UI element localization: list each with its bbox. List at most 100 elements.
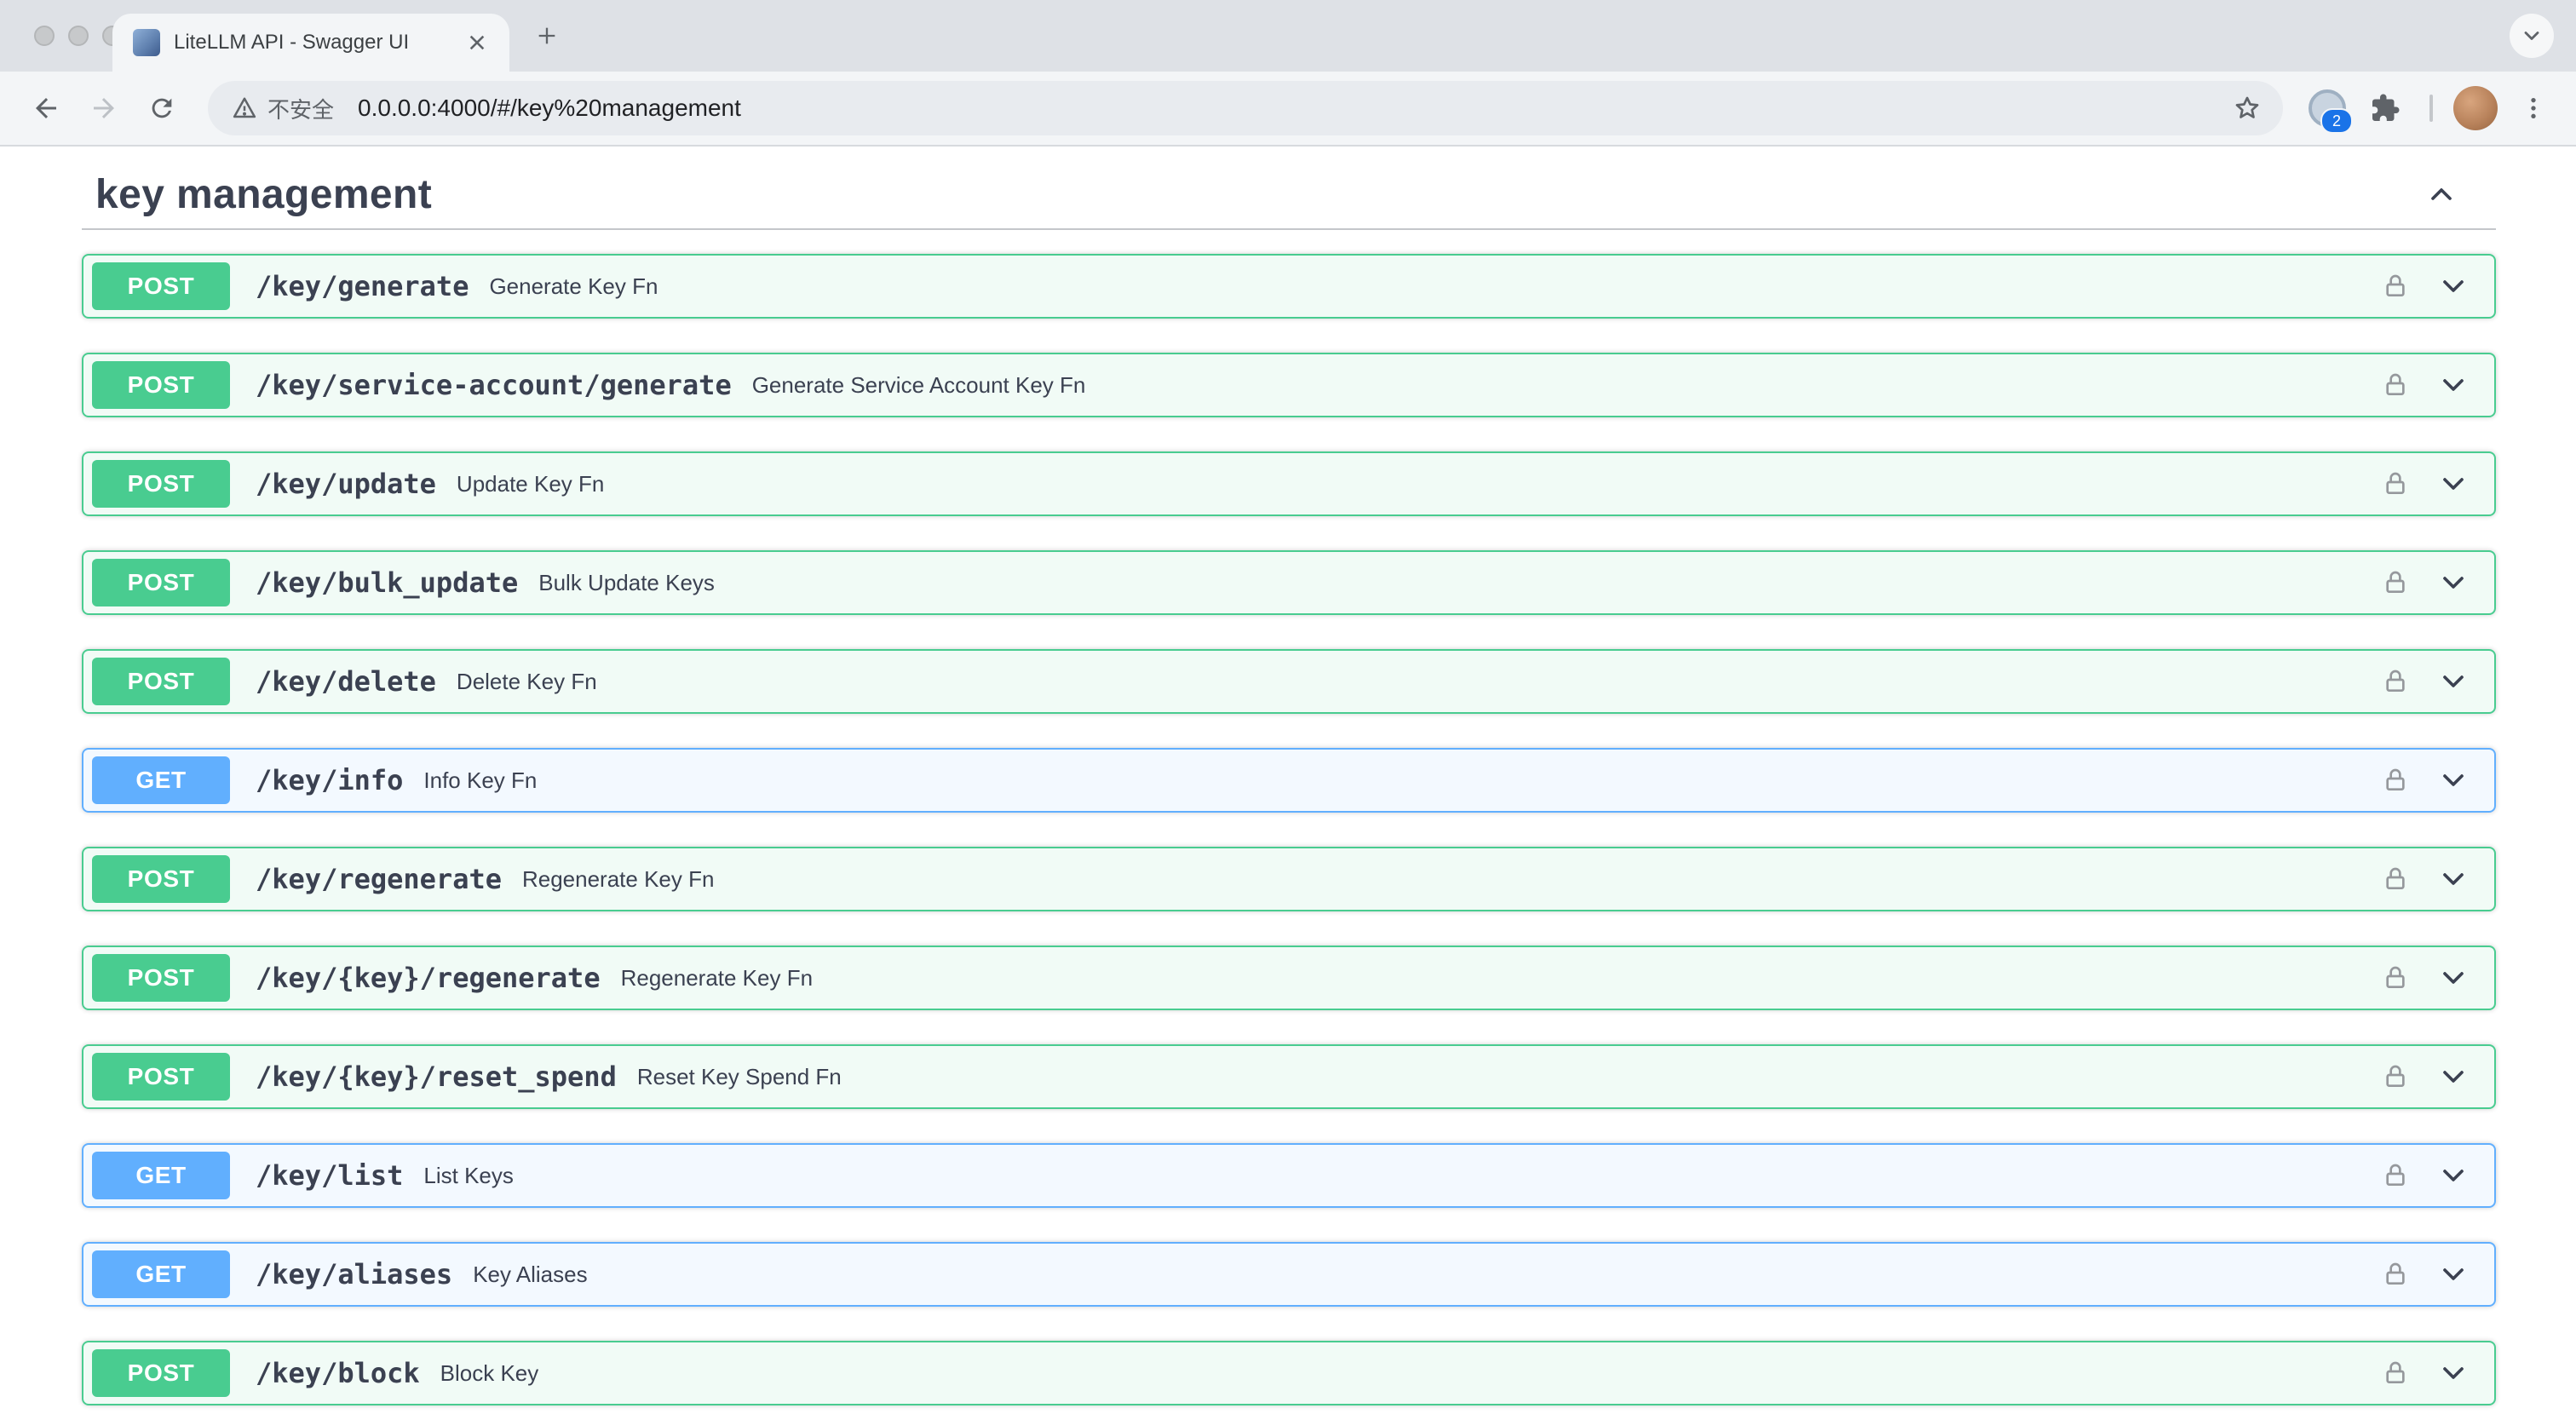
toolbar-divider [2429,95,2433,122]
traffic-light-close[interactable] [34,26,55,46]
endpoint-path: /key/aliases [256,1258,453,1290]
endpoint-summary: Key Aliases [473,1261,588,1287]
endpoint-path: /key/{key}/reset_spend [256,1060,617,1093]
endpoint-row[interactable]: GET /key/list List Keys [82,1143,2496,1208]
endpoint-row[interactable]: POST /key/service-account/generate Gener… [82,353,2496,417]
tab-close-icon[interactable] [462,27,492,58]
endpoint-row[interactable]: POST /key/update Update Key Fn [82,451,2496,516]
toolbar-right-icons: 2 [2303,83,2559,134]
endpoint-path: /key/info [256,764,404,796]
back-icon[interactable] [17,79,75,137]
lock-icon[interactable] [2382,963,2409,992]
chevron-down-icon[interactable] [2436,1257,2470,1291]
endpoint-row[interactable]: POST /key/regenerate Regenerate Key Fn [82,847,2496,911]
lock-icon[interactable] [2382,568,2409,597]
endpoint-summary: Generate Key Fn [489,273,658,299]
lock-icon[interactable] [2382,865,2409,894]
extension-icon[interactable]: 2 [2303,84,2353,134]
bookmark-star-icon[interactable] [2232,93,2263,124]
endpoint-summary: Generate Service Account Key Fn [751,371,1086,398]
lock-icon[interactable] [2382,667,2409,696]
chevron-down-icon[interactable] [2436,467,2470,501]
lock-icon[interactable] [2382,1260,2409,1289]
lock-icon[interactable] [2382,1161,2409,1190]
lock-icon[interactable] [2382,1062,2409,1091]
lock-icon[interactable] [2382,469,2409,498]
tab-title: LiteLLM API - Swagger UI [174,31,410,54]
new-tab-button[interactable] [523,12,571,60]
method-badge: POST [92,954,230,1002]
window-controls [34,26,123,46]
swagger-page: key management POST /key/generate Genera… [0,147,2576,1414]
endpoint-row[interactable]: POST /key/delete Delete Key Fn [82,649,2496,714]
profile-avatar[interactable] [2453,86,2498,130]
method-badge: POST [92,559,230,606]
endpoint-row[interactable]: POST /key/generate Generate Key Fn [82,254,2496,319]
endpoint-summary: Bulk Update Keys [538,569,715,595]
method-badge: POST [92,855,230,903]
security-warning-icon[interactable] [232,95,257,121]
extension-badge: 2 [2320,108,2353,134]
lock-icon[interactable] [2382,371,2409,399]
security-chip-label[interactable]: 不安全 [267,93,334,124]
endpoint-path: /key/generate [256,270,469,302]
endpoint-row[interactable]: GET /key/info Info Key Fn [82,748,2496,813]
browser-menu-kebab-icon[interactable] [2508,83,2559,134]
endpoint-row[interactable]: POST /key/{key}/reset_spend Reset Key Sp… [82,1044,2496,1109]
endpoint-row[interactable]: POST /key/block Block Key [82,1341,2496,1405]
tab-favicon [133,29,160,56]
method-badge: GET [92,1250,230,1298]
browser-window: LiteLLM API - Swagger UI 不安全 0.0.0.0:400… [0,0,2576,1414]
endpoint-path: /key/list [256,1159,404,1192]
endpoint-list: POST /key/generate Generate Key Fn POST … [82,254,2496,1405]
endpoint-path: /key/update [256,468,436,500]
tab-strip: LiteLLM API - Swagger UI [0,0,2576,72]
url-bar[interactable]: 不安全 0.0.0.0:4000/#/key%20management [208,81,2283,135]
chevron-down-icon[interactable] [2436,368,2470,402]
chevron-down-icon[interactable] [2436,566,2470,600]
endpoint-summary: Block Key [440,1359,539,1386]
browser-toolbar: 不安全 0.0.0.0:4000/#/key%20management 2 [0,72,2576,147]
chevron-down-icon[interactable] [2436,664,2470,698]
extensions-puzzle-icon[interactable] [2361,84,2409,132]
endpoint-summary: Delete Key Fn [456,668,597,694]
lock-icon[interactable] [2382,272,2409,301]
endpoint-row[interactable]: POST /key/{key}/regenerate Regenerate Ke… [82,946,2496,1010]
method-badge: GET [92,1152,230,1199]
section-title: key management [95,171,433,217]
reload-icon[interactable] [133,79,191,137]
endpoint-summary: Info Key Fn [423,767,538,793]
chevron-down-icon[interactable] [2436,1356,2470,1390]
chevron-down-icon[interactable] [2436,1158,2470,1193]
section-collapse-chevron-up-icon[interactable] [2424,177,2458,211]
endpoint-path: /key/{key}/regenerate [256,962,601,994]
method-badge: POST [92,361,230,409]
browser-tab[interactable]: LiteLLM API - Swagger UI [112,14,509,72]
endpoint-summary: List Keys [423,1162,514,1188]
chevron-down-icon[interactable] [2436,763,2470,797]
traffic-light-minimize[interactable] [68,26,89,46]
endpoint-path: /key/delete [256,665,436,698]
method-badge: POST [92,262,230,310]
endpoint-summary: Update Key Fn [456,470,605,497]
method-badge: POST [92,1349,230,1397]
lock-icon[interactable] [2382,766,2409,795]
endpoint-row[interactable]: GET /key/aliases Key Aliases [82,1242,2496,1307]
method-badge: POST [92,460,230,508]
section-header-key-management[interactable]: key management [82,160,2496,230]
lock-icon[interactable] [2382,1359,2409,1388]
chevron-down-icon[interactable] [2436,269,2470,303]
endpoint-path: /key/regenerate [256,863,502,895]
chevron-down-icon[interactable] [2436,862,2470,896]
chevron-down-icon[interactable] [2436,961,2470,995]
endpoint-summary: Regenerate Key Fn [521,865,715,892]
endpoint-summary: Reset Key Spend Fn [636,1063,842,1089]
method-badge: GET [92,756,230,804]
forward-icon[interactable] [75,79,133,137]
chevron-down-icon[interactable] [2436,1060,2470,1094]
endpoint-path: /key/bulk_update [256,566,519,599]
url-text[interactable]: 0.0.0.0:4000/#/key%20management [358,95,741,122]
tab-search-chevron-icon[interactable] [2510,14,2554,58]
endpoint-summary: Regenerate Key Fn [620,964,814,991]
endpoint-row[interactable]: POST /key/bulk_update Bulk Update Keys [82,550,2496,615]
